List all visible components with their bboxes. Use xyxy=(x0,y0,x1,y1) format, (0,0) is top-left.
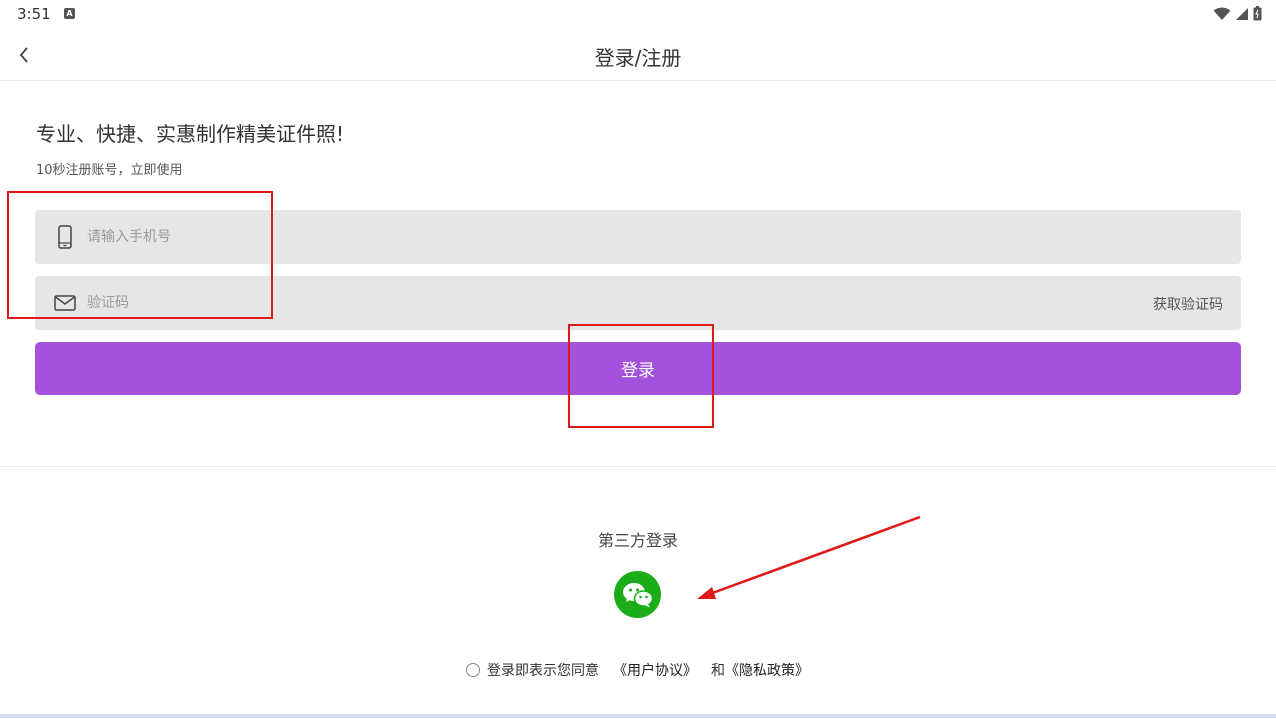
wechat-icon xyxy=(622,582,653,607)
agreement-prefix: 登录即表示您同意 xyxy=(487,663,599,679)
status-time: 3:51 xyxy=(17,5,51,23)
page-title: 登录/注册 xyxy=(594,46,682,70)
subline: 10秒注册账号，立即使用 xyxy=(36,163,183,178)
battery-icon xyxy=(1253,6,1262,21)
annotation-box-login xyxy=(568,324,714,428)
status-bar: 3:51 A xyxy=(0,0,1276,30)
wifi-icon xyxy=(1213,7,1231,20)
agree-radio[interactable] xyxy=(466,663,480,677)
get-code-button[interactable]: 获取验证码 xyxy=(1153,294,1223,314)
user-agreement-link[interactable]: 《用户协议》 xyxy=(613,660,697,680)
signal-icon xyxy=(1236,7,1248,20)
annotation-box-inputs xyxy=(7,191,273,319)
status-icons xyxy=(1213,6,1262,21)
section-divider xyxy=(0,466,1276,467)
bottom-edge xyxy=(0,714,1276,718)
headline: 专业、快捷、实惠制作精美证件照! xyxy=(36,122,345,146)
a-square-icon: A xyxy=(64,8,75,19)
privacy-policy-link[interactable]: 《隐私政策》 xyxy=(725,660,809,680)
wechat-login-button[interactable] xyxy=(614,571,661,618)
agreement-row: 登录即表示您同意 《用户协议》 和 《隐私政策》 xyxy=(466,660,809,680)
agreement-conjunction: 和 xyxy=(711,663,725,679)
third-party-title: 第三方登录 xyxy=(597,531,678,550)
app-bar: 登录/注册 xyxy=(0,30,1276,81)
